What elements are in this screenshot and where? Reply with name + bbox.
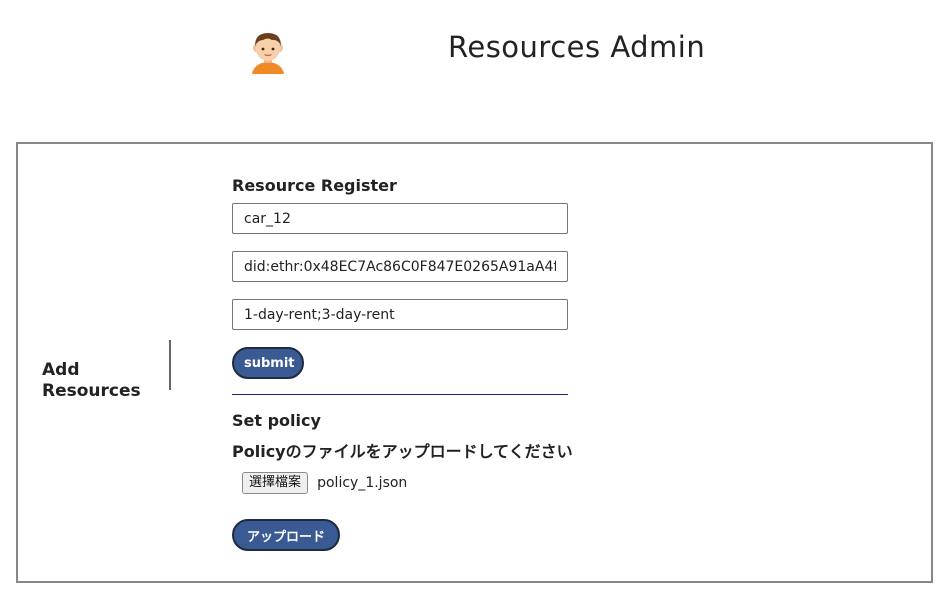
user-avatar-icon xyxy=(252,33,284,74)
resource-register-label: Resource Register xyxy=(232,176,397,195)
add-resources-panel: Add Resources Resource Register submit S… xyxy=(16,142,933,583)
section-title-line1: Add xyxy=(42,360,80,380)
rental-plans-input[interactable] xyxy=(232,299,568,330)
policy-instruction: Policyのファイルをアップロードしてください xyxy=(232,442,573,461)
app-header: Resources Admin xyxy=(0,0,943,110)
page-title: Resources Admin xyxy=(448,30,706,64)
submit-button[interactable]: submit xyxy=(232,347,304,379)
did-input[interactable] xyxy=(232,251,568,282)
set-policy-label: Set policy xyxy=(232,411,321,430)
selected-file-name: policy_1.json xyxy=(317,475,408,491)
section-title-line2: Resources xyxy=(42,381,141,401)
choose-file-button[interactable]: 選擇檔案 xyxy=(242,472,309,494)
section-title: Add Resources xyxy=(42,360,162,402)
file-picker: 選擇檔案 policy_1.json xyxy=(242,472,407,496)
vertical-divider xyxy=(169,340,171,390)
form-divider xyxy=(232,394,568,395)
resource-id-input[interactable] xyxy=(232,203,568,234)
upload-button[interactable]: アップロード xyxy=(232,519,340,551)
